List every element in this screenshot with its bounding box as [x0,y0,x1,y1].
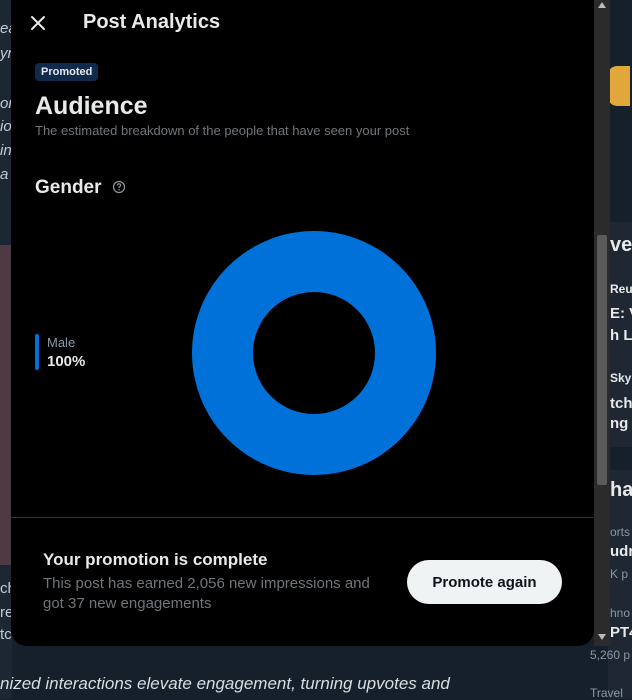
gender-donut-chart [192,231,436,475]
gender-title: Gender [35,177,102,198]
bg-trending-card [608,470,632,699]
promoted-badge: Promoted [35,63,99,81]
audience-description: The estimated breakdown of the people th… [35,123,410,138]
audience-title: Audience [35,92,148,120]
bg-text-fragment: in [0,142,12,159]
bg-text-fragment: io [0,118,12,135]
bg-text-fragment: E: V [610,305,632,322]
modal-title: Post Analytics [83,11,221,33]
bg-text-fragment: orts [610,525,631,539]
bg-text-fragment: ve [610,234,632,256]
scrollbar-thumb[interactable] [597,235,607,485]
promote-again-button[interactable]: Promote again [407,560,562,604]
bg-text-fragment: K p [610,567,629,581]
info-icon[interactable] [112,180,126,194]
promotion-status-title: Your promotion is complete [43,550,268,569]
donut-slice-male[interactable] [192,231,436,475]
legend-swatch [35,334,39,370]
bg-text-fragment: ha [610,479,632,501]
close-icon [31,16,45,30]
bg-text-fragment: tch [610,395,632,412]
legend-label: Male [47,335,76,350]
bg-text-fragment: hno [610,606,631,620]
legend-value: 100% [47,353,86,370]
divider [11,517,594,518]
bg-text-fragment: 5,260 p [590,648,631,662]
bg-text-fragment: Sky [610,371,632,385]
bg-text-fragment: udr [610,543,632,560]
promotion-status-description: This post has earned 2,056 new impressio… [43,575,370,612]
bg-text-fragment: PT4 [610,624,632,641]
bg-text-fragment: ng [610,415,629,432]
close-button[interactable] [25,10,51,36]
bg-text-fragment: tc [0,626,12,643]
modal-scrollbar[interactable] [594,0,610,646]
bg-text-fragment: Travel [590,686,623,700]
post-analytics-modal: Post Analytics Promoted Audience The est… [11,0,594,646]
bg-text-fragment: Reu [610,282,632,296]
modal-header: Post Analytics [11,0,594,46]
scroll-down-arrow-icon[interactable] [598,634,606,640]
bg-text-fragment: h L [610,327,632,344]
background-post-text: nized interactions elevate engagement, t… [0,674,450,693]
scroll-up-arrow-icon[interactable] [598,2,606,8]
